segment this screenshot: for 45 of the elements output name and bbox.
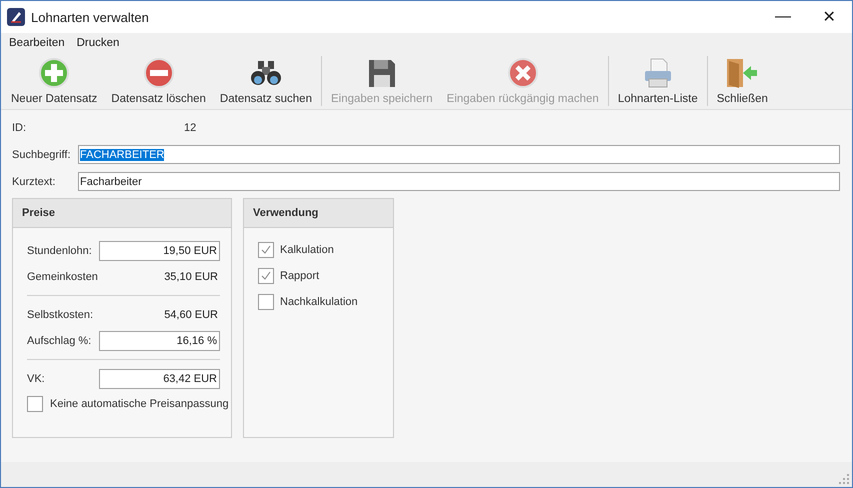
field-label: ID: [12,122,28,134]
field-label: Kurztext: [12,176,56,188]
toolbar-button[interactable]: Neuer Datensatz [4,53,104,109]
checkbox[interactable] [258,242,274,258]
toolbar-button[interactable]: Schließen [710,53,775,109]
checkbox[interactable] [258,294,274,310]
menu-item[interactable]: Drucken [76,37,120,53]
cross-icon [506,57,539,89]
field-label: Selbstkosten: [27,309,94,321]
text-field[interactable]: Facharbeiter [78,172,840,191]
toolbar-button[interactable]: Datensatz suchen [212,53,319,109]
amount-value: 35,10 EUR [164,271,219,283]
group-header: Preise [13,199,231,228]
checkbox[interactable] [258,268,274,284]
group-header: Verwendung [244,199,393,228]
check-icon [261,271,271,281]
amount-value: 54,60 EUR [164,309,219,321]
minus-icon [142,57,175,89]
plus-icon [38,57,70,89]
minimize-button[interactable]: — [760,8,806,26]
checkbox[interactable] [27,396,43,412]
checkbox-label: Keine automatische Preisanpassung [50,398,229,410]
window-title: Lohnarten verwalten [31,10,150,24]
menu-item[interactable]: Bearbeiten [9,37,65,53]
checkbox-label: Rapport [280,270,320,282]
toolbar-button[interactable]: Lohnarten-Liste [610,53,705,109]
resize-grip-icon[interactable] [839,474,849,484]
field-label: Gemeinkosten [27,271,98,283]
amount-field[interactable]: 63,42 EUR [99,369,220,389]
check-icon [261,245,271,255]
field-label: VK: [27,373,45,385]
toolbar-button[interactable]: Datensatz löschen [104,53,213,109]
floppy-icon [366,57,397,89]
field-value: 12 [184,122,196,134]
field-label: Suchbegriff: [12,148,72,160]
close-button[interactable]: ✕ [806,7,852,27]
amount-field[interactable]: 16,16 % [99,331,220,351]
checkbox-label: Kalkulation [280,244,334,256]
checkbox-label: Nachkalkulation [280,296,358,308]
amount-field[interactable]: 19,50 EUR [99,241,220,261]
field-label: Aufschlag %: [27,335,92,347]
text-field[interactable]: FACHARBEITER [78,145,840,164]
field-label: Stundenlohn: [27,245,92,257]
door-icon [725,57,760,89]
app-icon [7,8,25,26]
